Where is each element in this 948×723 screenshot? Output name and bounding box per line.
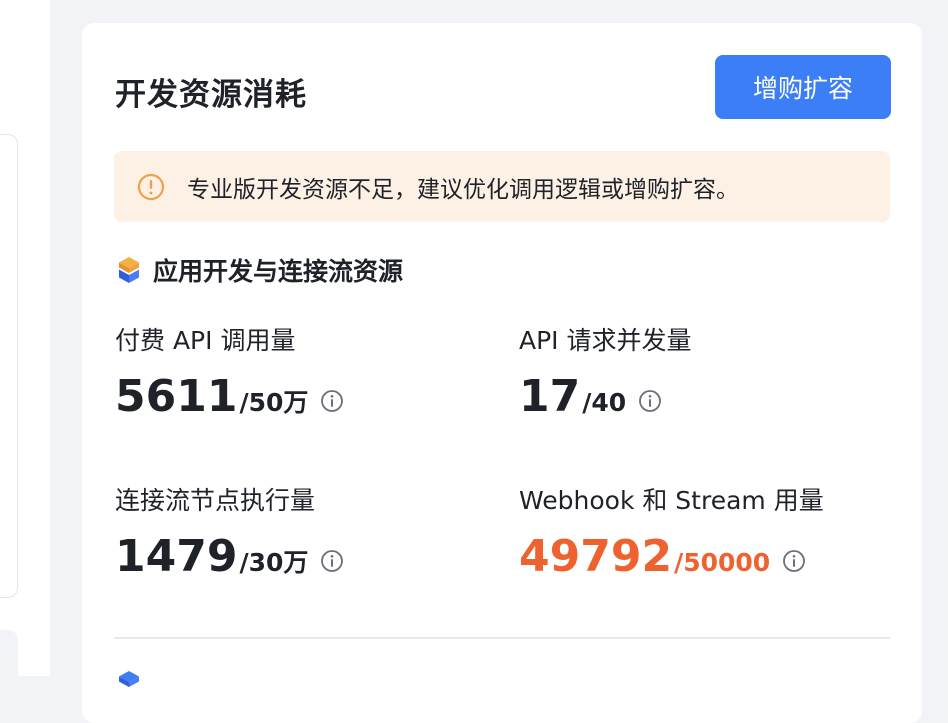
info-icon[interactable] <box>638 389 662 413</box>
next-section-header-partial <box>117 669 417 699</box>
cube-icon <box>119 671 139 687</box>
metric-api-concurrency: API 请求并发量 17 /40 <box>519 321 899 419</box>
info-icon[interactable] <box>782 549 806 573</box>
metric-value: 5611 <box>115 371 238 422</box>
left-panel <box>0 0 50 676</box>
info-icon[interactable] <box>320 549 344 573</box>
section-header: 应用开发与连接流资源 <box>117 253 403 287</box>
cube-icon <box>119 257 139 283</box>
metric-limit: /50万 <box>239 388 309 417</box>
buy-expand-button[interactable]: 增购扩容 <box>715 55 891 119</box>
metric-paid-api-calls: 付费 API 调用量 5611 /50万 <box>115 321 495 419</box>
metric-limit: /50000 <box>674 548 771 577</box>
metric-value: 17 <box>519 371 581 422</box>
metric-webhook-stream-usage: Webhook 和 Stream 用量 49792 /50000 <box>519 481 899 579</box>
card-title: 开发资源消耗 <box>115 77 307 113</box>
warning-circle-icon <box>137 173 165 200</box>
metric-label: Webhook 和 Stream 用量 <box>519 486 824 515</box>
metric-label: API 请求并发量 <box>519 326 692 355</box>
metric-limit: /40 <box>582 388 627 417</box>
section-divider <box>114 637 890 639</box>
card-header: 开发资源消耗 增购扩容 <box>115 55 891 119</box>
resource-warning-alert: 专业版开发资源不足，建议优化调用逻辑或增购扩容。 <box>114 151 890 222</box>
section-title: 应用开发与连接流资源 <box>153 257 404 286</box>
dev-resource-card: 开发资源消耗 增购扩容 专业版开发资源不足，建议优化调用逻辑或增购扩容。 应用开… <box>82 23 922 723</box>
alert-text: 专业版开发资源不足，建议优化调用逻辑或增购扩容。 <box>187 176 739 203</box>
metric-limit: /30万 <box>239 548 309 577</box>
metric-value: 49792 <box>519 531 673 582</box>
left-card-edge <box>0 134 18 598</box>
metric-connector-node-executions: 连接流节点执行量 1479 /30万 <box>115 481 495 579</box>
info-icon[interactable] <box>320 389 344 413</box>
metric-label: 连接流节点执行量 <box>115 486 316 515</box>
metric-value: 1479 <box>115 531 238 582</box>
left-bottom-chip <box>0 630 18 690</box>
metric-label: 付费 API 调用量 <box>115 326 296 355</box>
